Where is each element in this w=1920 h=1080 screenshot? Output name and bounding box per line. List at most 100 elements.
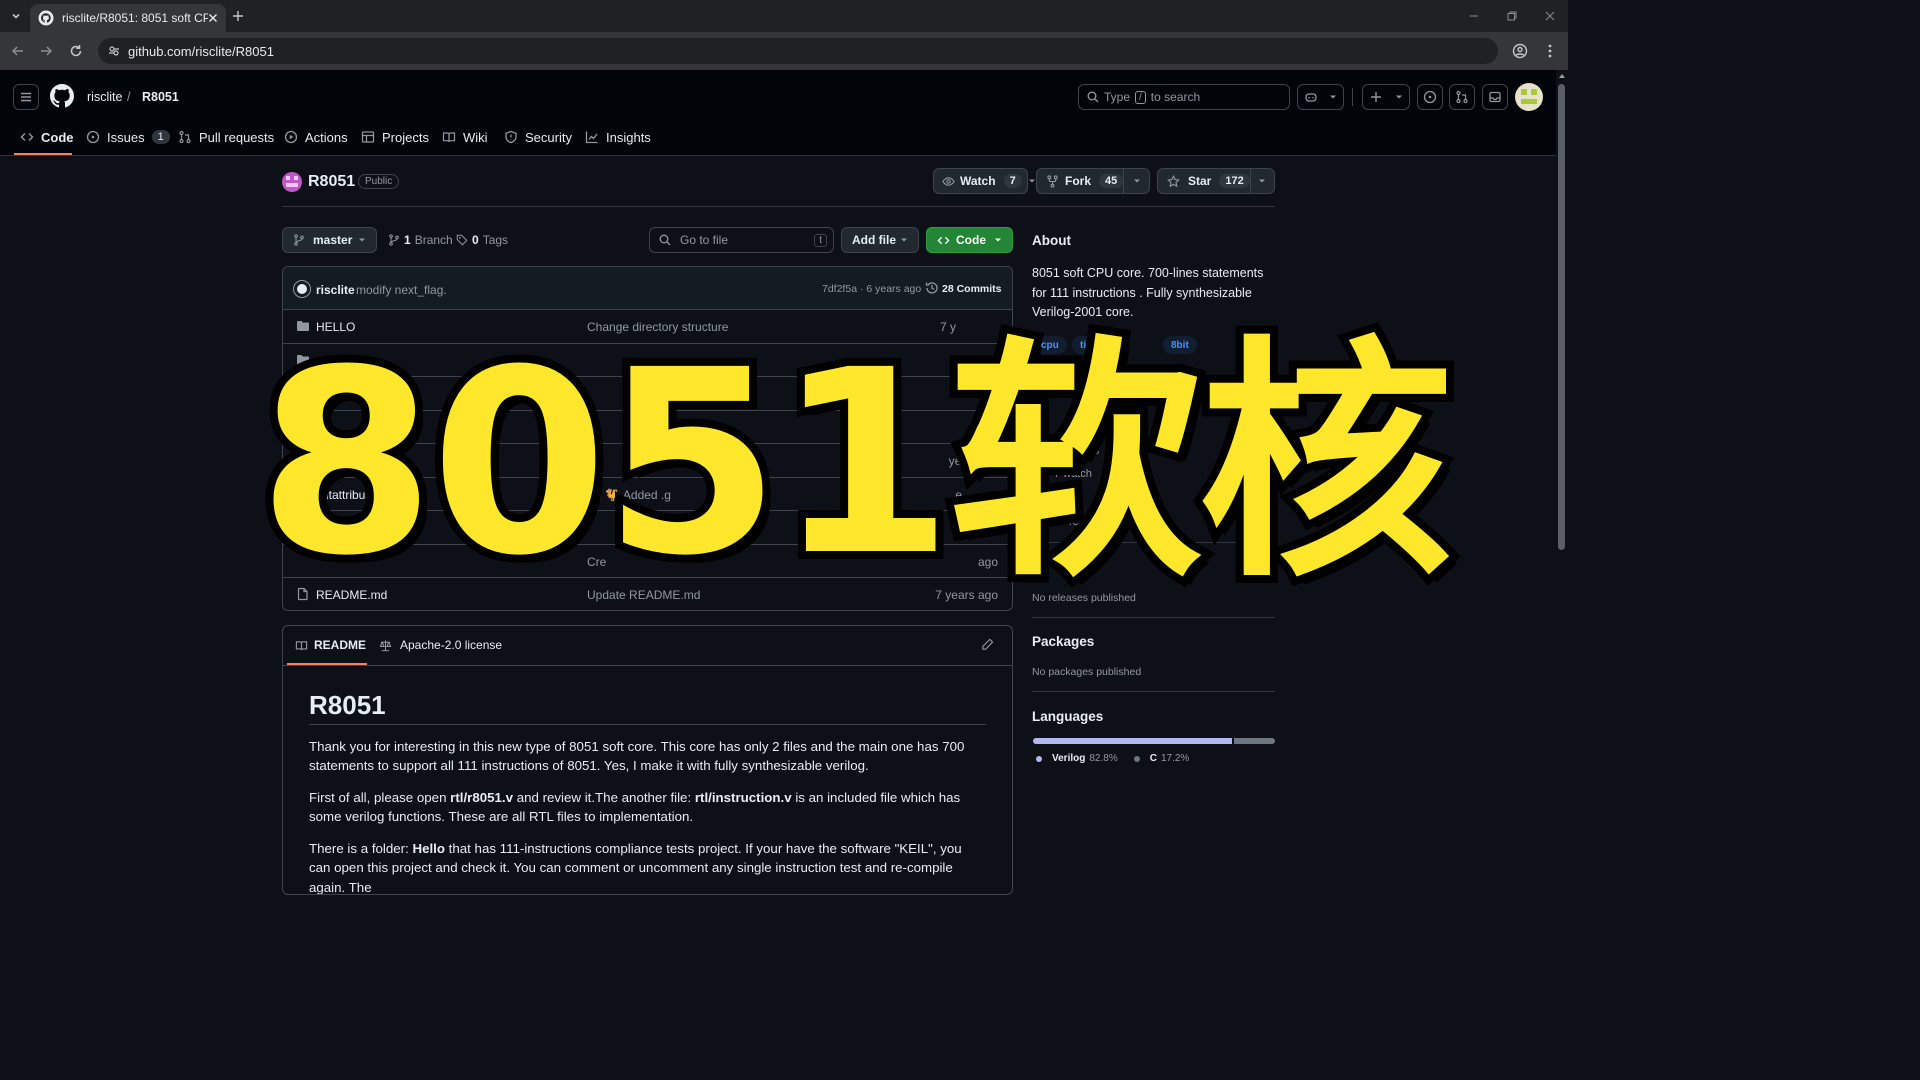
file-row[interactable]: README.md Update README.md 7 years ago xyxy=(283,578,1012,610)
file-row[interactable]: e year xyxy=(283,444,1012,478)
code-button-label: Code xyxy=(956,233,986,247)
file-name[interactable]: HELLO xyxy=(316,320,355,334)
activity-link[interactable]: ity xyxy=(1069,421,1080,433)
search-input[interactable]: Type / to search xyxy=(1078,84,1290,110)
star-dropdown-chevron-icon[interactable] xyxy=(1249,169,1274,193)
tab-license[interactable]: Apache-2.0 license xyxy=(379,638,502,652)
window-restore-icon[interactable] xyxy=(1500,4,1524,28)
branch-selector[interactable]: master xyxy=(282,227,377,253)
add-file-button[interactable]: Add file xyxy=(841,227,919,253)
readme-folder-ref: Hello xyxy=(412,840,445,856)
scrollbar-thumb[interactable] xyxy=(1558,84,1565,550)
scroll-up-arrow-icon[interactable] xyxy=(1558,72,1566,80)
file-name[interactable]: README.md xyxy=(316,588,387,602)
back-arrow-icon[interactable] xyxy=(6,39,30,63)
reload-icon[interactable] xyxy=(64,39,88,63)
file-commit-message-tail[interactable]: s & .gitig xyxy=(715,521,761,535)
hamburger-menu-icon[interactable] xyxy=(13,84,39,110)
file-row[interactable]: s & .gitig xyxy=(283,511,1012,545)
packages-heading[interactable]: Packages xyxy=(1032,634,1094,649)
file-commit-message[interactable]: 🎇 🐫 Added .g xyxy=(587,488,671,502)
file-row[interactable]: rtl _flag. xyxy=(283,411,1012,444)
repo-name[interactable]: R8051 xyxy=(308,173,355,191)
file-commit-message[interactable]: Update README.md xyxy=(587,588,700,602)
page-scrollbar[interactable] xyxy=(1556,70,1568,882)
report-link[interactable]: rep xyxy=(1069,516,1085,528)
star-button[interactable]: Star 172 xyxy=(1157,168,1275,194)
issues-icon[interactable] xyxy=(1417,84,1443,110)
watchers-link[interactable]: 7 watch xyxy=(1034,468,1092,480)
browser-tab-active[interactable]: risclite/R8051: 8051 soft CPU xyxy=(30,4,226,32)
topic-tag[interactable]: 8bit xyxy=(1163,336,1197,354)
github-logo-icon[interactable] xyxy=(50,84,74,108)
tags-link[interactable]: 0 Tags xyxy=(456,233,508,247)
breadcrumb-repo[interactable]: R8051 xyxy=(142,90,179,104)
file-commit-message-tail[interactable]: & .gitig xyxy=(725,488,762,502)
releases-heading[interactable]: s xyxy=(1074,561,1082,576)
tab-issues[interactable]: Issues 1 xyxy=(86,120,170,154)
profile-icon[interactable] xyxy=(1508,39,1532,63)
file-row[interactable]: Cre ago xyxy=(283,545,1012,578)
copilot-button[interactable] xyxy=(1297,84,1344,110)
tab-readme[interactable]: README xyxy=(295,638,366,652)
file-row[interactable]: .gitattribu 🎇 🐫 Added .g & .gitig e xyxy=(283,478,1012,511)
language-name[interactable]: C xyxy=(1150,753,1157,764)
tab-pull-requests[interactable]: Pull requests xyxy=(178,120,274,154)
about-partial-text: r xyxy=(1074,374,1078,386)
topic-tag[interactable]: tiny xyxy=(1072,336,1106,354)
inbox-icon[interactable] xyxy=(1482,84,1508,110)
language-name[interactable]: Verilog xyxy=(1052,753,1085,764)
language-bar-segment xyxy=(1233,738,1275,744)
tab-insights[interactable]: Insights xyxy=(585,120,651,154)
tab-projects[interactable]: Projects xyxy=(361,120,429,154)
user-avatar[interactable] xyxy=(1515,83,1543,111)
file-row[interactable] xyxy=(283,377,1012,411)
tab-title: risclite/R8051: 8051 soft CPU xyxy=(62,11,208,25)
code-dropdown-button[interactable]: Code xyxy=(926,227,1013,253)
stars-link[interactable]: 172 stars xyxy=(1034,445,1099,457)
tab-code[interactable]: Code xyxy=(20,120,74,154)
tab-actions[interactable]: Actions xyxy=(284,120,348,154)
forward-arrow-icon[interactable] xyxy=(34,39,58,63)
watch-label: Watch xyxy=(960,174,996,188)
file-commit-message[interactable]: Cre xyxy=(587,555,606,569)
forks-link[interactable]: 45 fo xyxy=(1055,492,1079,504)
create-new-button[interactable] xyxy=(1362,84,1410,110)
window-close-icon[interactable] xyxy=(1538,4,1562,28)
file-commit-message[interactable]: _flag. xyxy=(643,421,672,435)
file-name[interactable]: rtl xyxy=(318,421,328,435)
file-date: e xyxy=(955,487,962,502)
browser-menu-icon[interactable] xyxy=(1538,39,1562,63)
tab-wiki[interactable]: Wiki xyxy=(442,120,488,154)
pull-requests-icon[interactable] xyxy=(1449,84,1475,110)
file-commit-message[interactable]: Change directory structure xyxy=(587,320,728,334)
copilot-icon xyxy=(1304,90,1318,104)
site-info-icon[interactable] xyxy=(108,45,120,57)
file-row[interactable] xyxy=(283,344,1012,377)
commit-message[interactable]: modify next_flag. xyxy=(356,283,447,297)
branches-link[interactable]: 1 Branch xyxy=(388,233,453,247)
sidebar-divider xyxy=(1032,617,1275,618)
commits-count-link[interactable]: 28 Commits xyxy=(942,283,1002,295)
tab-search-chevron-icon[interactable] xyxy=(4,4,28,28)
file-name[interactable]: .gitattribu xyxy=(316,488,365,502)
fork-button[interactable]: Fork 45 xyxy=(1036,168,1150,194)
new-tab-plus-icon[interactable] xyxy=(226,4,250,28)
commit-meta[interactable]: 7df2f5a · 6 years ago xyxy=(822,283,921,295)
tab-close-icon[interactable] xyxy=(208,13,218,23)
topic-tag[interactable]: cpu xyxy=(1033,336,1067,354)
file-row[interactable]: HELLO Change directory structure 7 y xyxy=(283,310,1012,344)
address-bar[interactable]: github.com/risclite/R8051 xyxy=(98,38,1498,64)
edit-pencil-icon[interactable] xyxy=(981,638,994,651)
commit-author[interactable]: risclite xyxy=(316,283,355,297)
fork-dropdown-chevron-icon[interactable] xyxy=(1123,169,1149,193)
go-to-file-input[interactable]: Go to file t xyxy=(649,227,834,253)
window-minimize-icon[interactable] xyxy=(1462,4,1486,28)
file-commit-message[interactable]: e xyxy=(709,454,716,468)
breadcrumb-owner[interactable]: risclite xyxy=(87,90,122,104)
repo-owner-avatar[interactable] xyxy=(282,172,302,192)
latest-commit-bar: risclite modify next_flag. 7df2f5a · 6 y… xyxy=(283,267,1012,310)
watch-button[interactable]: Watch 7 xyxy=(933,168,1035,194)
commit-author-avatar[interactable] xyxy=(293,280,311,298)
tab-security[interactable]: Security xyxy=(504,120,572,154)
